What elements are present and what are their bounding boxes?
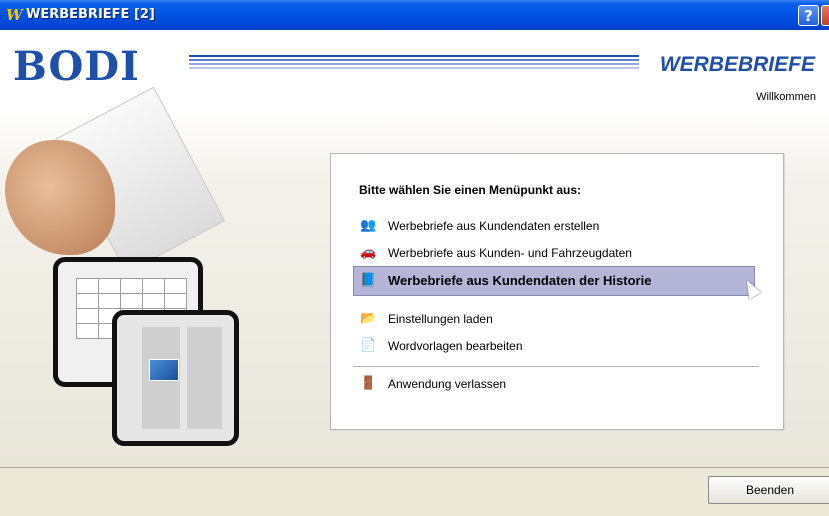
- menu-item-label: Einstellungen laden: [388, 312, 493, 326]
- app-icon: W: [6, 6, 23, 24]
- brand-logo: BODI: [13, 43, 140, 90]
- menu-panel: Bitte wählen Sie einen Menüpunkt aus: 👥 …: [330, 153, 784, 430]
- menu-item-label: Wordvorlagen bearbeiten: [388, 339, 523, 353]
- history-icon: 📘: [360, 273, 377, 288]
- menu-item-history-letters[interactable]: 📘 Werbebriefe aus Kundendaten der Histor…: [353, 266, 755, 296]
- folder-icon: 📂: [360, 311, 377, 326]
- menu-item-label: Werbebriefe aus Kundendaten erstellen: [388, 219, 600, 233]
- word-document-icon: 📄: [360, 338, 377, 353]
- menu-prompt: Bitte wählen Sie einen Menüpunkt aus:: [359, 183, 582, 197]
- menu-item-load-settings[interactable]: 📂 Einstellungen laden: [353, 308, 755, 330]
- menu-item-label: Werbebriefe aus Kunden- und Fahrzeugdate…: [388, 246, 632, 260]
- menu-item-customer-vehicle-letters[interactable]: 🚗 Werbebriefe aus Kunden- und Fahrzeugda…: [353, 242, 755, 264]
- customers-icon: 👥: [360, 218, 377, 233]
- main-area: Bitte wählen Sie einen Menüpunkt aus: 👥 …: [0, 86, 829, 467]
- header-banner: BODI WERBEBRIEFE Willkommen: [0, 30, 829, 110]
- vehicle-customers-icon: 🚗: [360, 245, 377, 260]
- app-name-heading: WERBEBRIEFE: [659, 53, 815, 76]
- window-titlebar[interactable]: W WERBEBRIEFE [2] ?: [0, 0, 829, 30]
- illustration: [0, 86, 250, 467]
- window-title: WERBEBRIEFE [2]: [26, 7, 155, 22]
- menu-item-label: Anwendung verlassen: [388, 377, 507, 391]
- document-layout-card-icon: [112, 310, 239, 446]
- close-button[interactable]: [821, 5, 829, 26]
- welcome-text: Willkommen: [756, 91, 816, 103]
- menu-divider: [353, 366, 759, 367]
- photo-icon: [149, 359, 179, 381]
- hand-illustration: [5, 140, 115, 255]
- end-button[interactable]: Beenden: [708, 476, 829, 504]
- brand-lines-decoration: [189, 55, 639, 71]
- exit-door-icon: 🚪: [360, 376, 377, 391]
- footer-bar: Beenden: [0, 468, 829, 516]
- menu-item-customer-letters[interactable]: 👥 Werbebriefe aus Kundendaten erstellen: [353, 215, 755, 237]
- menu-item-label: Werbebriefe aus Kundendaten der Historie: [388, 273, 652, 288]
- menu-item-edit-templates[interactable]: 📄 Wordvorlagen bearbeiten: [353, 335, 755, 357]
- menu-item-exit-application[interactable]: 🚪 Anwendung verlassen: [353, 373, 755, 395]
- help-button[interactable]: ?: [798, 5, 819, 26]
